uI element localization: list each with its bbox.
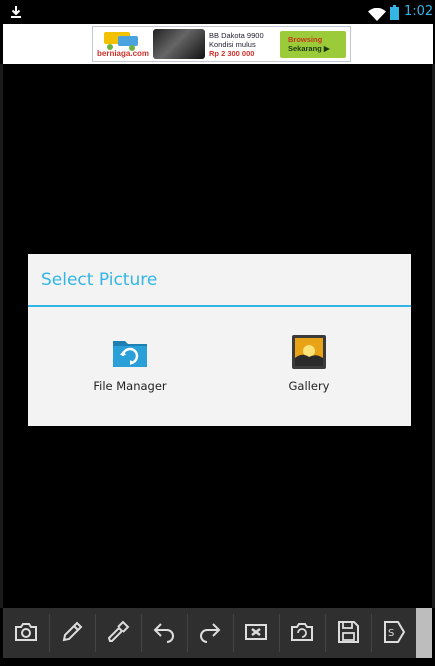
clock: 1:02 xyxy=(404,4,434,19)
status-bar: 1:02 xyxy=(0,0,435,24)
ad-banner[interactable]: berniaga.com BB Dakota 9900 Kondisi mulu… xyxy=(92,26,351,62)
left-edge xyxy=(0,64,3,608)
rotate-button[interactable] xyxy=(279,608,325,658)
ad-cta-line1: Browsing xyxy=(288,35,323,44)
gallery-label: Gallery xyxy=(288,379,330,393)
ad-brand: berniaga.com xyxy=(97,49,150,58)
ad-cta-line2: Sekarang ▶ xyxy=(288,44,330,53)
download-icon xyxy=(10,4,22,23)
share-button[interactable]: S xyxy=(371,608,417,658)
eyedropper-button[interactable] xyxy=(95,608,141,658)
ad-subline: Kondisi mulus xyxy=(209,40,256,49)
gallery-option[interactable]: Gallery xyxy=(234,324,384,404)
ad-headline: BB Dakota 9900 xyxy=(209,31,264,40)
ad-phone-image xyxy=(153,29,205,59)
ad-price: Rp 2 300 000 xyxy=(209,49,255,58)
ad-cta-button[interactable]: Browsing Sekarang ▶ xyxy=(280,31,346,58)
drawing-toolbar: S xyxy=(3,608,416,658)
undo-button[interactable] xyxy=(141,608,187,658)
ad-text: BB Dakota 9900 Kondisi mulus Rp 2 300 00… xyxy=(209,31,264,58)
wifi-icon xyxy=(368,6,386,25)
camera-button[interactable] xyxy=(3,608,49,658)
battery-icon xyxy=(390,5,399,24)
dialog-divider xyxy=(28,305,411,307)
toolbar-scroll-edge xyxy=(416,608,432,658)
clear-button[interactable] xyxy=(233,608,279,658)
file-manager-label: File Manager xyxy=(93,379,167,393)
pencil-button[interactable] xyxy=(49,608,95,658)
svg-text:S: S xyxy=(388,628,394,639)
dialog-title: Select Picture xyxy=(41,270,158,290)
bottom-strip xyxy=(0,658,435,666)
select-picture-dialog: Select Picture File Manager Gallery xyxy=(28,254,411,426)
gallery-icon xyxy=(291,334,327,370)
file-manager-option[interactable]: File Manager xyxy=(55,324,205,404)
ad-bar: berniaga.com BB Dakota 9900 Kondisi mulu… xyxy=(3,24,433,64)
folder-refresh-icon xyxy=(112,334,148,370)
save-button[interactable] xyxy=(325,608,371,658)
redo-button[interactable] xyxy=(187,608,233,658)
ad-logo: berniaga.com xyxy=(96,30,150,58)
